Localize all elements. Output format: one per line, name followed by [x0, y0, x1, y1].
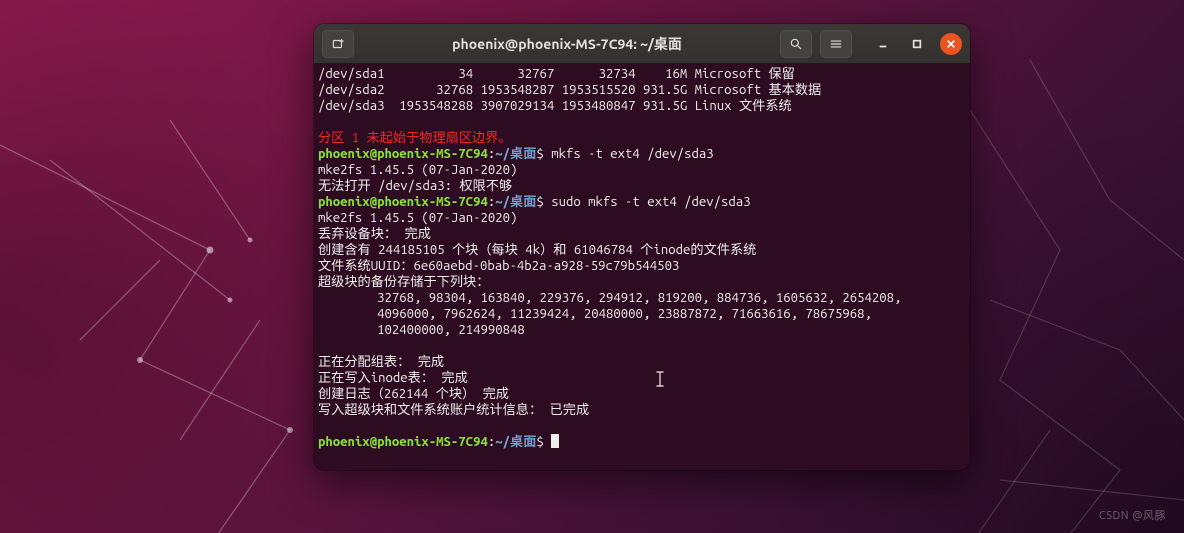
terminal-window: phoenix@phoenix-MS-7C94: ~/桌面 — [314, 24, 970, 470]
output-line: 无法打开 /dev/sda3: 权限不够 — [318, 179, 512, 193]
output-line: 4096000, 7962624, 11239424, 20480000, 23… — [318, 307, 872, 321]
close-button[interactable] — [940, 33, 962, 55]
prompt-path: ~/桌面 — [495, 435, 536, 449]
output-line: 32768, 98304, 163840, 229376, 294912, 81… — [318, 291, 901, 305]
watermark: CSDN @风豚 — [1099, 507, 1166, 523]
partition-row: /dev/sda1 34 32767 32734 16M Microsoft 保… — [318, 67, 795, 81]
prompt-userhost: phoenix@phoenix-MS-7C94 — [318, 147, 488, 161]
hamburger-icon — [829, 37, 843, 51]
output-line: 写入超级块和文件系统账户统计信息： 已完成 — [318, 403, 589, 417]
menu-button[interactable] — [820, 30, 852, 58]
prompt-userhost: phoenix@phoenix-MS-7C94 — [318, 195, 488, 209]
maximize-button[interactable] — [906, 33, 928, 55]
new-tab-button[interactable] — [322, 30, 354, 58]
output-line: 创建日志（262144 个块） 完成 — [318, 387, 509, 401]
prompt-userhost: phoenix@phoenix-MS-7C94 — [318, 435, 488, 449]
desktop-wallpaper: phoenix@phoenix-MS-7C94: ~/桌面 — [0, 0, 1184, 533]
prompt-path: ~/桌面 — [495, 147, 536, 161]
search-button[interactable] — [780, 30, 812, 58]
output-line: 文件系统UUID：6e60aebd-0bab-4b2a-a928-59c79b5… — [318, 259, 679, 273]
output-line: 超级块的备份存储于下列块： — [318, 275, 489, 289]
output-line: 创建含有 244185105 个块（每块 4k）和 61046784 个inod… — [318, 243, 756, 257]
output-line: 正在分配组表： 完成 — [318, 355, 651, 369]
terminal-cursor — [551, 434, 559, 448]
prompt-path: ~/桌面 — [495, 195, 536, 209]
terminal-content[interactable]: /dev/sda1 34 32767 32734 16M Microsoft 保… — [314, 64, 970, 470]
prompt-sigil: $ — [536, 195, 551, 209]
output-line: 丢弃设备块： 完成 — [318, 227, 638, 241]
prompt-sigil: $ — [536, 435, 551, 449]
partition-row: /dev/sda2 32768 1953548287 1953515520 93… — [318, 83, 821, 97]
minimize-button[interactable] — [872, 33, 894, 55]
warning-line: 分区 1 未起始于物理扇区边界。 — [318, 131, 512, 145]
window-title: phoenix@phoenix-MS-7C94: ~/桌面 — [354, 34, 780, 54]
output-line: mke2fs 1.45.5 (07-Jan-2020) — [318, 211, 517, 225]
output-line: 102400000, 214990848 — [318, 323, 525, 337]
new-tab-icon — [331, 37, 345, 51]
output-line: mke2fs 1.45.5 (07-Jan-2020) — [318, 163, 517, 177]
minimize-icon — [878, 39, 888, 49]
partition-row: /dev/sda3 1953548288 3907029134 19534808… — [318, 99, 792, 113]
prompt-sigil: $ — [536, 147, 551, 161]
maximize-icon — [912, 39, 922, 49]
search-icon — [789, 37, 803, 51]
output-line: 正在写入inode表： 完成 — [318, 371, 675, 385]
window-titlebar[interactable]: phoenix@phoenix-MS-7C94: ~/桌面 — [314, 24, 970, 64]
command-input: sudo mkfs -t ext4 /dev/sda3 — [551, 195, 750, 209]
close-icon — [946, 39, 956, 49]
command-input: mkfs -t ext4 /dev/sda3 — [551, 147, 713, 161]
